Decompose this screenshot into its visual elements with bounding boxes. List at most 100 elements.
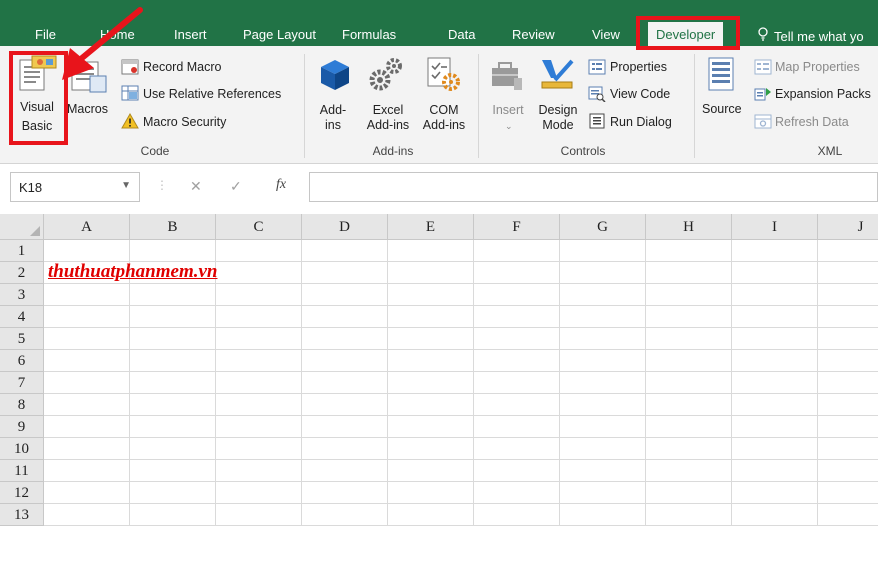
row-header-8[interactable]: 8 (0, 394, 44, 416)
cell-h1[interactable] (646, 240, 732, 262)
cell-h6[interactable] (646, 350, 732, 372)
cell-i7[interactable] (732, 372, 818, 394)
cell-c11[interactable] (216, 460, 302, 482)
cell-f4[interactable] (474, 306, 560, 328)
cell-h2[interactable] (646, 262, 732, 284)
cell-j3[interactable] (818, 284, 878, 306)
tell-me-search[interactable]: Tell me what yo (758, 27, 864, 44)
cell-f6[interactable] (474, 350, 560, 372)
excel-addins-button[interactable]: Excel Add-ins (360, 103, 416, 133)
cell-j11[interactable] (818, 460, 878, 482)
cell-d8[interactable] (302, 394, 388, 416)
column-header-f[interactable]: F (474, 214, 560, 240)
cell-i11[interactable] (732, 460, 818, 482)
cell-j2[interactable] (818, 262, 878, 284)
column-header-g[interactable]: G (560, 214, 646, 240)
cell-j9[interactable] (818, 416, 878, 438)
cell-e11[interactable] (388, 460, 474, 482)
macro-security-button[interactable]: Macro Security (143, 115, 226, 130)
cell-f13[interactable] (474, 504, 560, 526)
cell-d9[interactable] (302, 416, 388, 438)
cell-e8[interactable] (388, 394, 474, 416)
column-header-i[interactable]: I (732, 214, 818, 240)
cell-h13[interactable] (646, 504, 732, 526)
cell-d7[interactable] (302, 372, 388, 394)
tab-view[interactable]: View (592, 27, 620, 42)
cell-g2[interactable] (560, 262, 646, 284)
cell-i4[interactable] (732, 306, 818, 328)
row-header-12[interactable]: 12 (0, 482, 44, 504)
row-header-7[interactable]: 7 (0, 372, 44, 394)
select-all-corner[interactable] (0, 214, 44, 240)
tab-data[interactable]: Data (448, 27, 475, 42)
cell-d1[interactable] (302, 240, 388, 262)
row-header-9[interactable]: 9 (0, 416, 44, 438)
row-header-13[interactable]: 13 (0, 504, 44, 526)
cell-g13[interactable] (560, 504, 646, 526)
cell-h8[interactable] (646, 394, 732, 416)
cell-d10[interactable] (302, 438, 388, 460)
cell-b3[interactable] (130, 284, 216, 306)
cell-g11[interactable] (560, 460, 646, 482)
cell-c10[interactable] (216, 438, 302, 460)
cell-a8[interactable] (44, 394, 130, 416)
cell-j1[interactable] (818, 240, 878, 262)
cell-i10[interactable] (732, 438, 818, 460)
row-header-4[interactable]: 4 (0, 306, 44, 328)
cell-d3[interactable] (302, 284, 388, 306)
cell-f8[interactable] (474, 394, 560, 416)
cell-c7[interactable] (216, 372, 302, 394)
run-dialog-button[interactable]: Run Dialog (610, 115, 672, 130)
cell-b5[interactable] (130, 328, 216, 350)
cell-j12[interactable] (818, 482, 878, 504)
cell-a11[interactable] (44, 460, 130, 482)
refresh-data-button[interactable]: Refresh Data (775, 115, 849, 130)
cell-a4[interactable] (44, 306, 130, 328)
tab-review[interactable]: Review (512, 27, 555, 42)
design-mode-button[interactable]: Design Mode (534, 103, 582, 133)
cell-c2[interactable] (216, 262, 302, 284)
cell-f10[interactable] (474, 438, 560, 460)
insert-controls-button[interactable]: Insert (488, 103, 528, 118)
row-header-5[interactable]: 5 (0, 328, 44, 350)
cell-g1[interactable] (560, 240, 646, 262)
cell-g5[interactable] (560, 328, 646, 350)
name-box[interactable]: K18 ▼ (10, 172, 140, 202)
cell-a10[interactable] (44, 438, 130, 460)
com-addins-button[interactable]: COM Add-ins (416, 103, 472, 133)
cell-h10[interactable] (646, 438, 732, 460)
cell-a6[interactable] (44, 350, 130, 372)
cell-h12[interactable] (646, 482, 732, 504)
column-header-h[interactable]: H (646, 214, 732, 240)
cell-j7[interactable] (818, 372, 878, 394)
cell-c4[interactable] (216, 306, 302, 328)
cell-g4[interactable] (560, 306, 646, 328)
cell-e13[interactable] (388, 504, 474, 526)
cell-c13[interactable] (216, 504, 302, 526)
cell-h5[interactable] (646, 328, 732, 350)
cell-g9[interactable] (560, 416, 646, 438)
map-properties-button[interactable]: Map Properties (775, 60, 860, 75)
cell-j13[interactable] (818, 504, 878, 526)
cell-g10[interactable] (560, 438, 646, 460)
cell-h11[interactable] (646, 460, 732, 482)
cell-g8[interactable] (560, 394, 646, 416)
cell-f3[interactable] (474, 284, 560, 306)
cell-f11[interactable] (474, 460, 560, 482)
column-header-e[interactable]: E (388, 214, 474, 240)
xml-source-button[interactable]: Source (702, 102, 742, 117)
column-header-d[interactable]: D (302, 214, 388, 240)
cell-g12[interactable] (560, 482, 646, 504)
cell-d5[interactable] (302, 328, 388, 350)
cell-d12[interactable] (302, 482, 388, 504)
cell-a9[interactable] (44, 416, 130, 438)
name-box-dropdown-icon[interactable]: ▼ (121, 180, 131, 191)
cell-e9[interactable] (388, 416, 474, 438)
cell-d2[interactable] (302, 262, 388, 284)
cell-b4[interactable] (130, 306, 216, 328)
cell-f5[interactable] (474, 328, 560, 350)
cell-i8[interactable] (732, 394, 818, 416)
cell-i2[interactable] (732, 262, 818, 284)
use-relative-references-button[interactable]: Use Relative References (143, 87, 281, 102)
cell-e10[interactable] (388, 438, 474, 460)
